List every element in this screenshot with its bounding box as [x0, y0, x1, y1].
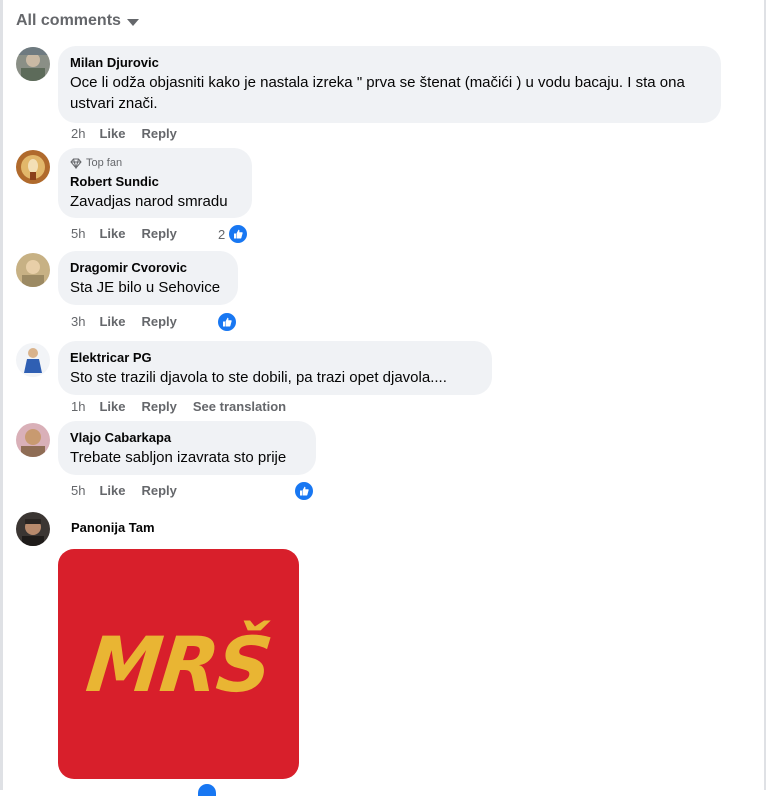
reply-button[interactable]: Reply	[141, 399, 176, 414]
comment-author[interactable]: Milan Djurovic	[70, 54, 709, 72]
comment-author[interactable]: Panonija Tam	[71, 520, 155, 535]
like-button[interactable]: Like	[99, 483, 125, 498]
like-reaction-icon[interactable]	[198, 784, 216, 796]
comment-actions: 3h Like Reply	[71, 314, 193, 329]
reply-button[interactable]: Reply	[141, 314, 176, 329]
like-reaction-icon	[293, 480, 315, 502]
reply-button[interactable]: Reply	[141, 226, 176, 241]
comment-bubble: Milan Djurovic Oce li odža objasniti kak…	[58, 46, 721, 123]
comment-bubble: Vlajo Cabarkapa Trebate sabljon izavrata…	[58, 421, 316, 475]
comment-actions: 5h Like Reply	[71, 483, 193, 498]
reply-button[interactable]: Reply	[141, 126, 176, 141]
see-translation-link[interactable]: See translation	[193, 399, 286, 414]
image-text: MRŠ	[82, 619, 275, 709]
avatar[interactable]	[16, 423, 50, 457]
like-button[interactable]: Like	[99, 126, 125, 141]
comment-author[interactable]: Dragomir Cvorovic	[70, 259, 226, 277]
chevron-down-icon	[126, 19, 139, 26]
comment-bubble: Top fan Robert Sundic Zavadjas narod smr…	[58, 148, 252, 218]
comment-text: Trebate sabljon izavrata sto prije	[70, 449, 287, 466]
comment-time[interactable]: 1h	[71, 399, 85, 414]
comment-time[interactable]: 3h	[71, 314, 85, 329]
comment-time[interactable]: 5h	[71, 483, 85, 498]
reaction-summary[interactable]	[293, 480, 315, 502]
reaction-summary[interactable]	[216, 311, 238, 333]
comment-text: Sta JE bilo u Sehovice	[70, 279, 221, 296]
like-button[interactable]: Like	[99, 399, 125, 414]
comment-actions: 2h Like Reply	[71, 126, 193, 141]
comment-time[interactable]: 5h	[71, 226, 85, 241]
comment-author[interactable]: Vlajo Cabarkapa	[70, 429, 304, 447]
comment-sort-dropdown[interactable]: All comments	[16, 12, 139, 30]
avatar[interactable]	[16, 150, 50, 184]
badge-label: Top fan	[86, 157, 123, 169]
avatar[interactable]	[16, 343, 50, 377]
comment-time[interactable]: 2h	[71, 126, 85, 141]
comment-bubble: Elektricar PG Sto ste trazili djavola to…	[58, 341, 492, 395]
like-reaction-icon	[216, 311, 238, 333]
like-button[interactable]: Like	[99, 226, 125, 241]
avatar[interactable]	[16, 512, 50, 546]
comment-author[interactable]: Elektricar PG	[70, 349, 480, 367]
top-fan-badge: Top fan	[70, 156, 240, 170]
comment-text: Sto ste trazili djavola to ste dobili, p…	[70, 369, 447, 386]
reaction-summary[interactable]: 2	[218, 223, 250, 245]
comment-author[interactable]: Robert Sundic	[70, 173, 240, 191]
comment-actions: 5h Like Reply	[71, 226, 193, 241]
comment-actions: 1h Like Reply See translation	[71, 399, 302, 414]
like-button[interactable]: Like	[99, 314, 125, 329]
comment-bubble: Dragomir Cvorovic Sta JE bilo u Sehovice	[58, 251, 238, 305]
comment-text: Oce li odža objasniti kako je nastala iz…	[70, 74, 685, 112]
reaction-count: 2	[218, 226, 226, 242]
comment-text: Zavadjas narod smradu	[70, 193, 228, 210]
left-border	[0, 0, 3, 790]
comment-image[interactable]: MRŠ	[58, 549, 299, 779]
avatar[interactable]	[16, 47, 50, 81]
diamond-icon	[70, 158, 82, 169]
reply-button[interactable]: Reply	[141, 483, 176, 498]
sort-label: All comments	[16, 12, 121, 29]
avatar[interactable]	[16, 253, 50, 287]
like-reaction-icon	[227, 223, 250, 245]
